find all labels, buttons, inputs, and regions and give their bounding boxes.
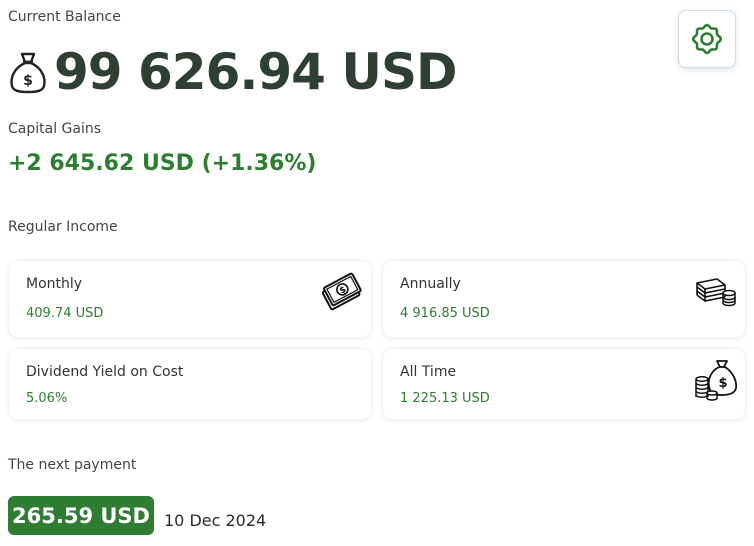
money-bag-coins-icon: $ <box>695 360 738 401</box>
gear-icon <box>691 23 723 55</box>
card-title: Dividend Yield on Cost <box>26 364 184 380</box>
next-payment-date: 10 Dec 2024 <box>164 511 267 530</box>
moneybag-icon: $ <box>10 52 46 94</box>
balance-row: $ 99 626.94 USD <box>8 40 457 104</box>
capital-gains-label: Capital Gains <box>8 121 102 137</box>
card-value: 1 225.13 USD <box>400 391 490 406</box>
svg-text:$: $ <box>718 376 727 391</box>
card-value: 409.74 USD <box>26 306 104 321</box>
capital-gains-value: +2 645.62 USD (+1.36%) <box>8 151 317 176</box>
income-card-all-time: All Time 1 225.13 USD $ <box>382 348 746 420</box>
next-payment-amount-badge: 265.59 USD <box>8 496 154 535</box>
income-card-annually: Annually 4 916.85 USD <box>382 260 746 338</box>
cash-icon: $ <box>321 272 362 311</box>
next-payment-label: The next payment <box>8 457 137 473</box>
card-title: Annually <box>400 276 461 292</box>
svg-text:$: $ <box>23 73 33 89</box>
income-card-dividend-yield: Dividend Yield on Cost 5.06% <box>8 348 372 420</box>
card-title: All Time <box>400 364 457 380</box>
income-card-monthly: Monthly 409.74 USD $ <box>8 260 372 338</box>
current-balance-label: Current Balance <box>8 9 121 25</box>
card-value: 4 916.85 USD <box>400 306 490 321</box>
settings-button[interactable] <box>678 10 736 68</box>
card-value: 5.06% <box>26 391 68 406</box>
money-stack-icon <box>696 278 736 307</box>
card-title: Monthly <box>26 276 83 292</box>
current-balance-value: 99 626.94 USD <box>54 43 457 101</box>
regular-income-label: Regular Income <box>8 219 118 235</box>
